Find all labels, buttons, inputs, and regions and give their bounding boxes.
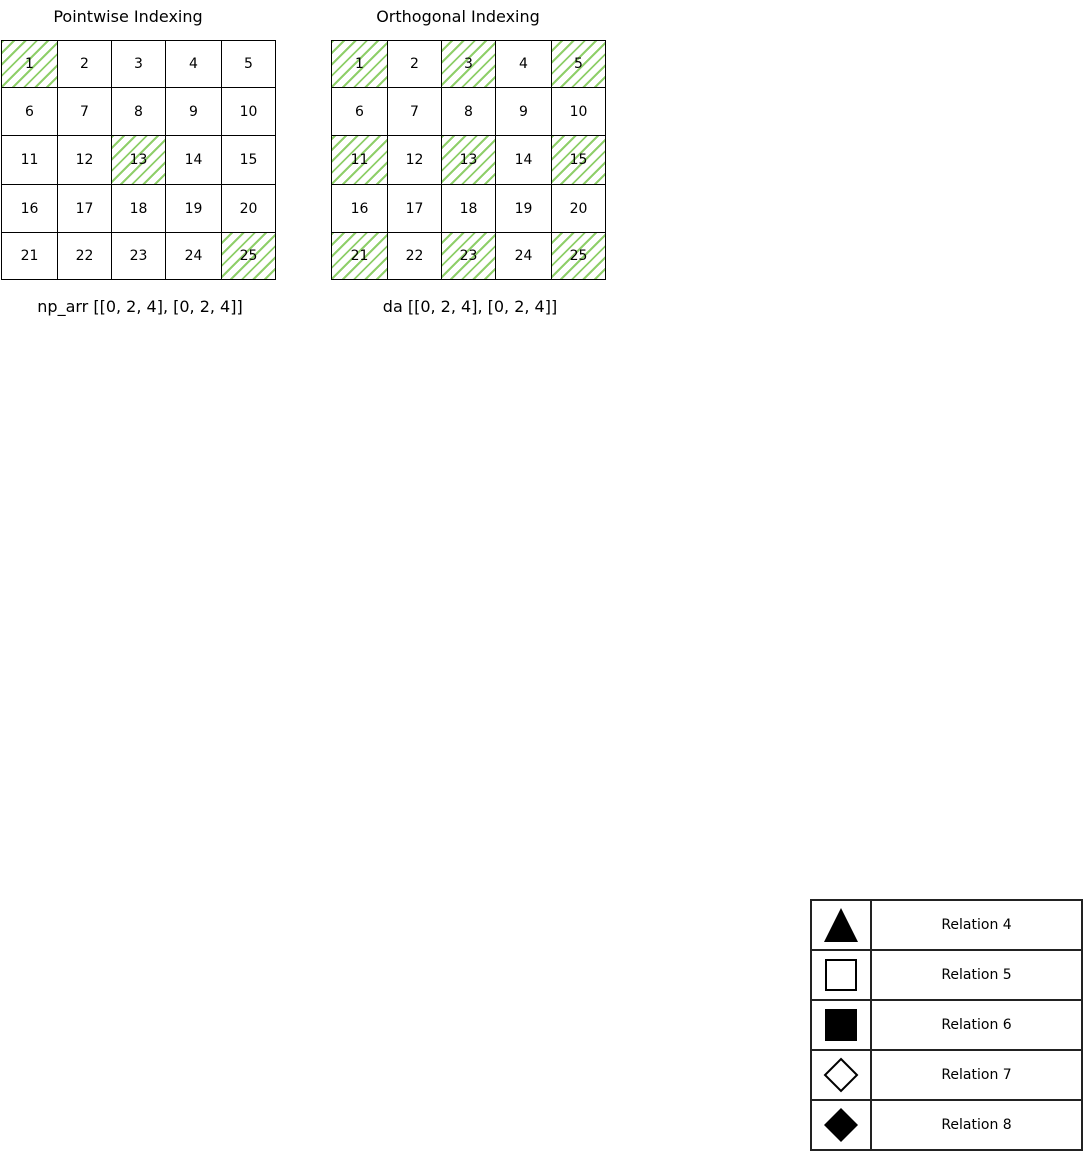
grid-cell: 2 — [58, 41, 112, 88]
selected-grid-cell: 25 — [552, 233, 606, 280]
filled-diamond-icon — [812, 1101, 872, 1149]
grid-cell: 23 — [112, 233, 166, 280]
grid-cell: 5 — [222, 41, 276, 88]
grid-cell: 9 — [166, 88, 222, 136]
legend-row-relation-6: Relation 6 — [812, 1001, 1083, 1051]
orthogonal-title: Orthogonal Indexing — [376, 7, 540, 26]
legend-label: Relation 6 — [872, 1001, 1083, 1049]
orthogonal-grid: 1 2 3 4 5 6 7 8 9 10 11 12 13 14 15 16 17 18 19 20 21 22 23 24 2… — [331, 40, 606, 280]
grid-cell: 20 — [552, 185, 606, 233]
selected-grid-cell: 3 — [442, 41, 496, 88]
pointwise-caption: np_arr [[0, 2, 4], [0, 2, 4]] — [37, 297, 243, 316]
selected-grid-cell: 13 — [442, 136, 496, 185]
pointwise-title: Pointwise Indexing — [53, 7, 203, 26]
grid-cell: 18 — [442, 185, 496, 233]
grid-cell: 4 — [496, 41, 552, 88]
legend-row-relation-5: Relation 5 — [812, 951, 1083, 1001]
selected-grid-cell: 1 — [332, 41, 388, 88]
grid-cell: 6 — [332, 88, 388, 136]
legend-row-relation-8: Relation 8 — [812, 1101, 1083, 1151]
selected-grid-cell: 21 — [332, 233, 388, 280]
grid-cell: 12 — [388, 136, 442, 185]
grid-cell: 24 — [496, 233, 552, 280]
grid-cell: 19 — [496, 185, 552, 233]
grid-cell: 3 — [112, 41, 166, 88]
grid-cell: 17 — [388, 185, 442, 233]
grid-cell: 17 — [58, 185, 112, 233]
legend-label: Relation 7 — [872, 1051, 1083, 1099]
grid-cell: 14 — [166, 136, 222, 185]
grid-cell: 6 — [2, 88, 58, 136]
grid-cell: 15 — [222, 136, 276, 185]
orthogonal-caption: da [[0, 2, 4], [0, 2, 4]] — [382, 297, 558, 316]
legend-label: Relation 5 — [872, 951, 1083, 999]
legend-row-relation-4: Relation 4 — [812, 901, 1083, 951]
grid-cell: 10 — [552, 88, 606, 136]
grid-cell: 22 — [58, 233, 112, 280]
selected-grid-cell: 23 — [442, 233, 496, 280]
grid-cell: 22 — [388, 233, 442, 280]
grid-cell: 14 — [496, 136, 552, 185]
grid-cell: 18 — [112, 185, 166, 233]
legend-row-relation-7: Relation 7 — [812, 1051, 1083, 1101]
selected-grid-cell: 1 — [2, 41, 58, 88]
filled-triangle-icon — [812, 901, 872, 949]
hollow-square-icon — [812, 951, 872, 999]
grid-cell: 16 — [332, 185, 388, 233]
grid-cell: 8 — [442, 88, 496, 136]
selected-grid-cell: 13 — [112, 136, 166, 185]
pointwise-grid: 1 2 3 4 5 6 7 8 9 10 11 12 13 14 15 16 17 18 19 20 21 22 23 24 2… — [1, 40, 276, 280]
grid-cell: 12 — [58, 136, 112, 185]
selected-grid-cell: 5 — [552, 41, 606, 88]
selected-grid-cell: 15 — [552, 136, 606, 185]
grid-cell: 10 — [222, 88, 276, 136]
grid-cell: 7 — [58, 88, 112, 136]
grid-cell: 16 — [2, 185, 58, 233]
grid-cell: 11 — [2, 136, 58, 185]
hollow-diamond-icon — [812, 1051, 872, 1099]
grid-cell: 19 — [166, 185, 222, 233]
grid-cell: 2 — [388, 41, 442, 88]
legend-label: Relation 8 — [872, 1101, 1083, 1149]
grid-cell: 4 — [166, 41, 222, 88]
grid-cell: 8 — [112, 88, 166, 136]
legend-label: Relation 4 — [872, 901, 1083, 949]
grid-cell: 21 — [2, 233, 58, 280]
selected-grid-cell: 11 — [332, 136, 388, 185]
grid-cell: 9 — [496, 88, 552, 136]
grid-cell: 24 — [166, 233, 222, 280]
grid-cell: 20 — [222, 185, 276, 233]
grid-cell: 7 — [388, 88, 442, 136]
selected-grid-cell: 25 — [222, 233, 276, 280]
relation-legend: Relation 4 Relation 5 Relation 6 Relatio… — [810, 899, 1083, 1151]
filled-square-icon — [812, 1001, 872, 1049]
